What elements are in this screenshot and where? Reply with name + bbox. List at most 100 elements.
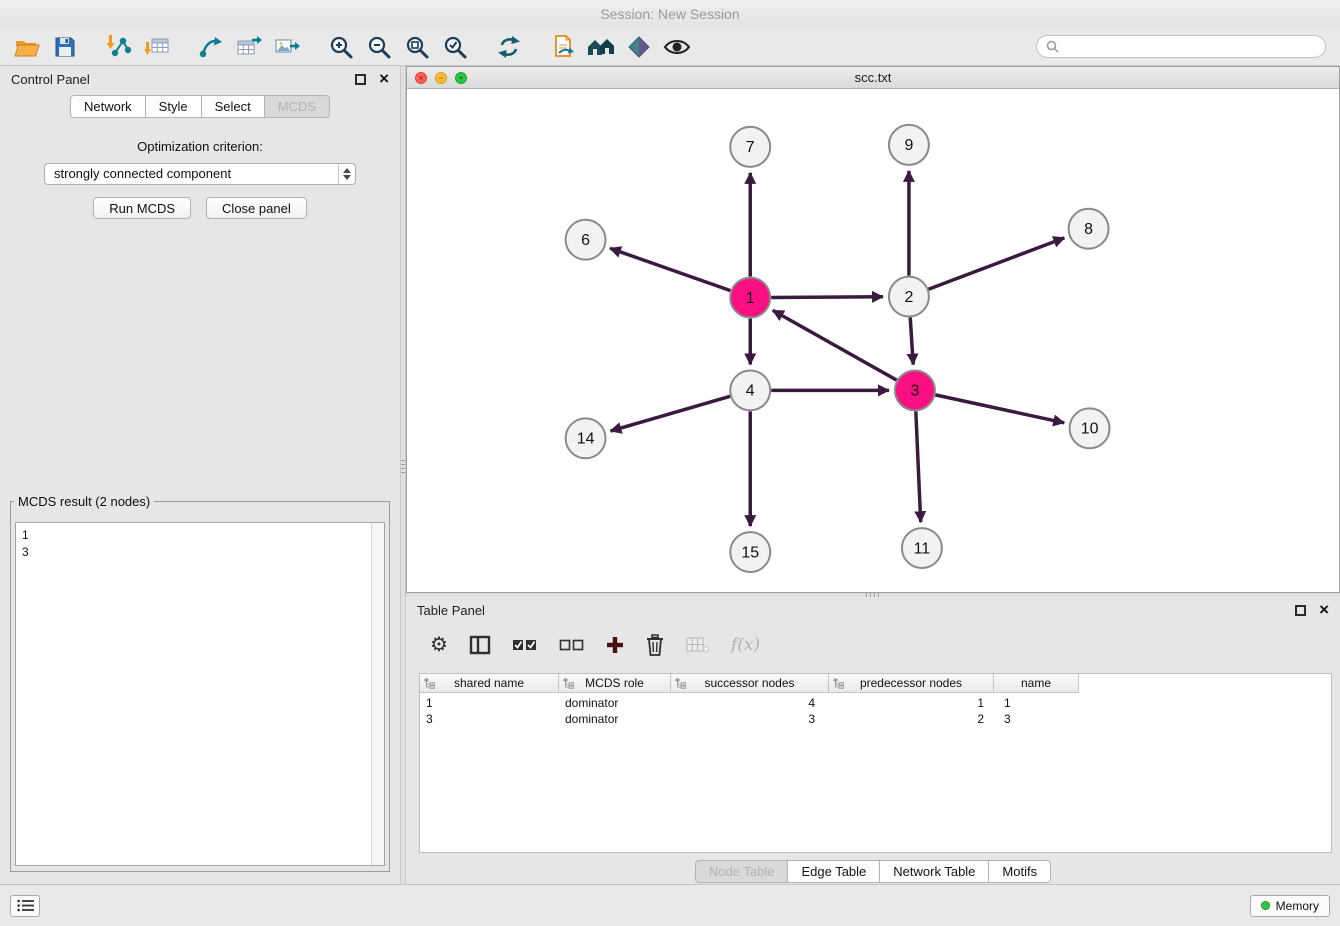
close-panel-icon[interactable]: ×: [379, 73, 389, 85]
graph-node-1[interactable]: 1: [730, 278, 770, 318]
open-session-button[interactable]: [8, 31, 46, 63]
tab-network-table[interactable]: Network Table: [880, 860, 989, 883]
table-settings-button[interactable]: ⚙: [430, 635, 448, 655]
column-header-name[interactable]: name: [994, 674, 1079, 693]
graph-edge-3-10[interactable]: [935, 395, 1064, 423]
graph-edge-1-6[interactable]: [610, 248, 730, 290]
graph-edge-2-3[interactable]: [910, 318, 913, 365]
network-canvas[interactable]: 7 9 6 8 1 2 4 3 14 10 15 11: [407, 90, 1339, 592]
delete-column-button[interactable]: [645, 634, 665, 656]
select-all-button[interactable]: [512, 637, 538, 653]
mcds-result-box: 13: [15, 522, 385, 866]
network-graph[interactable]: 7 9 6 8 1 2 4 3 14 10 15 11: [407, 90, 1339, 592]
graph-edge-1-2[interactable]: [771, 297, 883, 298]
graph-node-8[interactable]: 8: [1069, 209, 1109, 249]
close-window-icon[interactable]: ×: [415, 72, 427, 84]
show-columns-button[interactable]: [469, 635, 491, 655]
graph-node-11[interactable]: 11: [902, 528, 942, 568]
tab-mcds[interactable]: MCDS: [265, 95, 330, 118]
tab-network[interactable]: Network: [70, 95, 146, 118]
tab-style[interactable]: Style: [146, 95, 202, 118]
gear-icon: ⚙: [430, 635, 448, 655]
graph-node-6[interactable]: 6: [566, 220, 606, 260]
column-header-successor-nodes[interactable]: successor nodes: [671, 674, 829, 693]
mcds-result-line: 1: [22, 527, 365, 544]
graph-node-2[interactable]: 2: [889, 277, 929, 317]
export-image-icon: [274, 34, 300, 60]
table-row[interactable]: 3dominator323: [420, 711, 1331, 727]
close-panel-button[interactable]: Close panel: [206, 197, 307, 219]
export-network-button[interactable]: [192, 31, 230, 63]
open-folder-icon: [14, 35, 40, 59]
node-table-body: 1dominator4113dominator323: [420, 695, 1331, 727]
table-cell: 4: [671, 696, 829, 710]
show-graphics-button[interactable]: [658, 31, 696, 63]
column-header-mcds-role[interactable]: MCDS role: [559, 674, 671, 693]
zoom-selected-button[interactable]: [436, 31, 474, 63]
graph-node-14[interactable]: 14: [566, 418, 606, 458]
minimize-window-icon[interactable]: −: [435, 72, 447, 84]
column-sort-icon: [833, 678, 844, 689]
search-input[interactable]: [1064, 39, 1316, 54]
criterion-select[interactable]: strongly connected component: [44, 163, 356, 185]
result-scrollbar[interactable]: [371, 523, 384, 865]
run-mcds-button[interactable]: Run MCDS: [93, 197, 191, 219]
tab-node-table[interactable]: Node Table: [695, 860, 789, 883]
select-stepper-icon: [338, 164, 355, 184]
network-window-title: scc.txt: [407, 67, 1339, 89]
graph-edge-4-14[interactable]: [611, 396, 731, 431]
export-table-icon: [236, 34, 262, 60]
export-image-button[interactable]: [268, 31, 306, 63]
float-panel-icon[interactable]: [1295, 605, 1306, 616]
add-column-button[interactable]: [606, 636, 624, 654]
export-document-button[interactable]: [544, 31, 582, 63]
graph-edge-3-11[interactable]: [916, 411, 921, 522]
plus-icon: [606, 636, 624, 654]
network-home-button[interactable]: [582, 31, 620, 63]
graph-node-9[interactable]: 9: [889, 125, 929, 165]
graph-node-label: 7: [746, 139, 755, 156]
toolbar-search[interactable]: [1036, 35, 1326, 58]
network-view-window: × − + scc.txt 7 9 6 8 1 2 4 3 14 10 15 11: [406, 66, 1340, 593]
table-cell: dominator: [559, 712, 671, 726]
graph-node-4[interactable]: 4: [730, 370, 770, 410]
deselect-all-button[interactable]: [559, 637, 585, 653]
graph-node-3[interactable]: 3: [895, 370, 935, 410]
column-label: shared name: [454, 676, 524, 690]
zoom-selected-icon: [442, 34, 468, 60]
graph-node-label: 4: [746, 383, 755, 400]
tab-edge-table[interactable]: Edge Table: [788, 860, 880, 883]
import-network-button[interactable]: [100, 31, 138, 63]
table-row[interactable]: 1dominator411: [420, 695, 1331, 711]
zoom-fit-button[interactable]: [398, 31, 436, 63]
memory-button[interactable]: Memory: [1250, 895, 1330, 917]
column-header-predecessor-nodes[interactable]: predecessor nodes: [829, 674, 994, 693]
zoom-in-button[interactable]: [322, 31, 360, 63]
close-panel-icon[interactable]: ×: [1319, 604, 1329, 616]
memory-status-icon: [1261, 901, 1270, 910]
node-table: shared name MCDS role: [419, 673, 1332, 853]
zoom-out-button[interactable]: [360, 31, 398, 63]
graph-node-label: 11: [914, 540, 931, 557]
graph-node-10[interactable]: 10: [1070, 408, 1110, 448]
graph-node-7[interactable]: 7: [730, 127, 770, 167]
control-panel-title: Control Panel: [11, 72, 90, 87]
save-session-button[interactable]: [46, 31, 84, 63]
tab-motifs[interactable]: Motifs: [989, 860, 1051, 883]
task-history-button[interactable]: [10, 895, 40, 917]
apply-style-button[interactable]: [620, 31, 658, 63]
graph-node-15[interactable]: 15: [730, 532, 770, 572]
window-titlebar: Session: New Session: [0, 0, 1340, 28]
graph-edge-3-1[interactable]: [773, 310, 897, 380]
maximize-window-icon[interactable]: +: [455, 72, 467, 84]
traffic-lights: × − +: [415, 72, 467, 84]
column-header-shared-name[interactable]: shared name: [420, 674, 559, 693]
tab-select[interactable]: Select: [202, 95, 265, 118]
float-panel-icon[interactable]: [355, 74, 366, 85]
import-table-button[interactable]: [138, 31, 176, 63]
graph-edge-2-8[interactable]: [928, 238, 1064, 289]
mcds-result-title: MCDS result (2 nodes): [14, 494, 154, 509]
export-table-button[interactable]: [230, 31, 268, 63]
refresh-view-button[interactable]: [490, 31, 528, 63]
graph-node-label: 10: [1081, 421, 1099, 438]
